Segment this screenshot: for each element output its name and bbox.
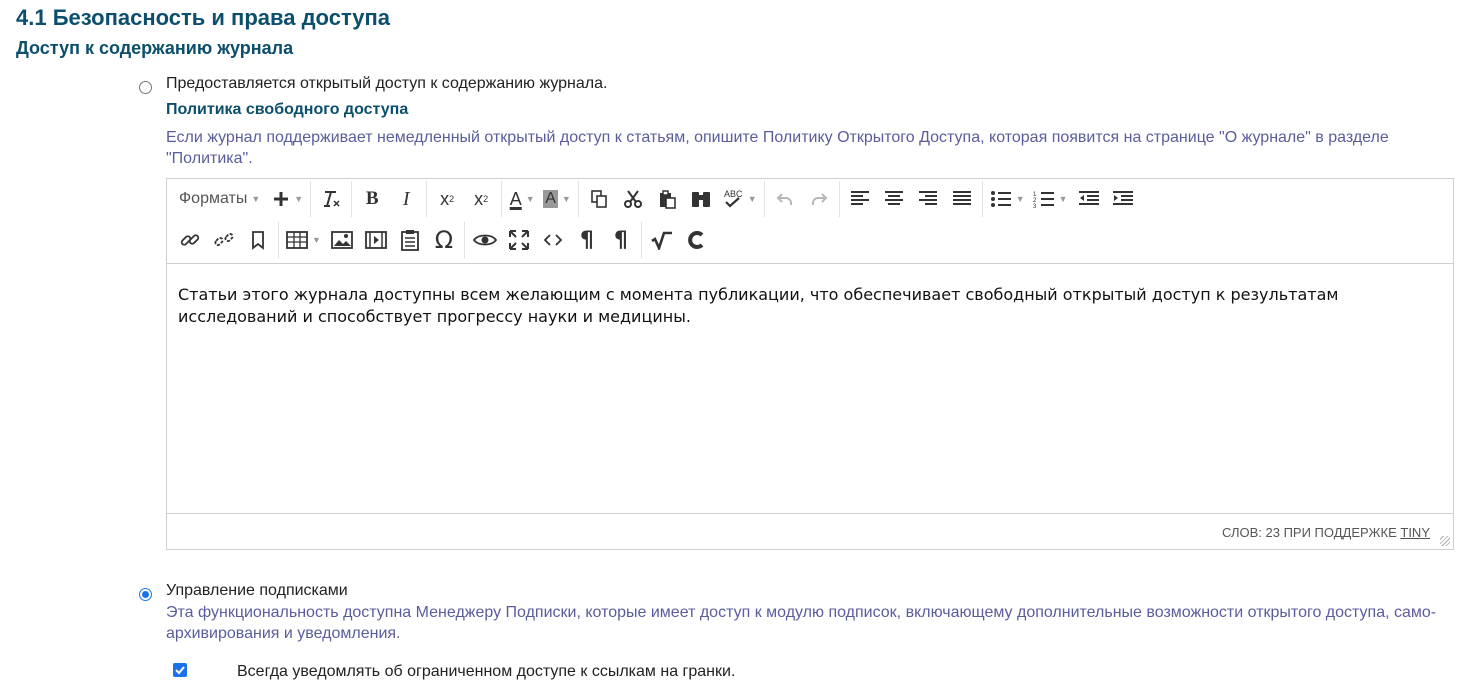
table-icon[interactable]: ▼ <box>282 224 325 256</box>
bold-icon[interactable]: B <box>355 183 389 215</box>
svg-text:3: 3 <box>1033 204 1037 208</box>
align-left-icon[interactable] <box>843 183 877 215</box>
formats-label: Форматы <box>179 190 248 207</box>
text-color-icon[interactable]: A ▼ <box>505 183 539 215</box>
formats-dropdown[interactable]: Форматы ▼ <box>167 183 268 215</box>
outdent-icon[interactable] <box>1072 183 1106 215</box>
rich-text-editor: Форматы ▼ ▼ B I x2 x2 A ▼ A ▼ ABC ▼ ▼ 1 … <box>166 178 1454 550</box>
media-icon[interactable] <box>359 224 393 256</box>
find-replace-icon[interactable] <box>684 183 718 215</box>
align-right-icon[interactable] <box>911 183 945 215</box>
align-justify-icon[interactable] <box>945 183 979 215</box>
align-center-icon[interactable] <box>877 183 911 215</box>
numbered-list-icon[interactable]: 1 2 3 ▼ <box>1029 183 1072 215</box>
word-count: СЛОВ: 23 ПРИ ПОДДЕРЖКЕ <box>1222 525 1401 540</box>
section-title: 4.1 Безопасность и права доступа <box>16 5 391 30</box>
show-blocks-icon[interactable]: ¶ <box>570 224 604 256</box>
subscriptions-description: Эта функциональность доступна Менеджеру … <box>166 604 1437 642</box>
indent-icon[interactable] <box>1106 183 1140 215</box>
preview-icon[interactable] <box>468 224 502 256</box>
toolbar-row-1: Форматы ▼ ▼ B I x2 x2 A ▼ A ▼ ABC ▼ ▼ 1 … <box>167 179 1140 219</box>
editor-statusbar: СЛОВ: 23 ПРИ ПОДДЕРЖКЕ TINY <box>167 513 1453 549</box>
subscriptions-radio[interactable] <box>139 588 152 601</box>
notify-checkbox[interactable] <box>173 663 187 677</box>
resize-handle[interactable] <box>1440 536 1450 546</box>
link-icon[interactable] <box>173 224 207 256</box>
undo-icon[interactable] <box>768 183 802 215</box>
insert-icon[interactable]: ▼ <box>268 183 307 215</box>
policy-description: Если журнал поддерживает немедленный отк… <box>166 129 1389 167</box>
clear-formatting-icon[interactable] <box>314 183 348 215</box>
unlink-icon[interactable] <box>207 224 241 256</box>
superscript-icon[interactable]: x2 <box>464 183 498 215</box>
open-access-label: Предоставляется открытый доступ к содерж… <box>166 75 608 92</box>
image-icon[interactable] <box>325 224 359 256</box>
open-access-radio[interactable] <box>139 81 152 94</box>
editor-content[interactable]: Статьи этого журнала доступны всем желаю… <box>167 264 1453 514</box>
copy-icon[interactable] <box>582 183 616 215</box>
policy-title: Политика свободного доступа <box>166 101 409 118</box>
special-char-icon[interactable]: Ω <box>427 224 461 256</box>
redo-icon[interactable] <box>802 183 836 215</box>
bookmark-icon[interactable] <box>241 224 275 256</box>
access-subtitle: Доступ к содержанию журнала <box>16 38 294 58</box>
italic-icon[interactable]: I <box>389 183 423 215</box>
paste-text-icon[interactable] <box>393 224 427 256</box>
citation-icon[interactable] <box>679 224 713 256</box>
tiny-link[interactable]: TINY <box>1400 525 1430 540</box>
toolbar-row-2: ▼ Ω ¶ ¶ <box>167 220 713 260</box>
subscript-icon[interactable]: x2 <box>430 183 464 215</box>
notify-label: Всегда уведомлять об ограниченном доступ… <box>237 663 736 680</box>
bullet-list-icon[interactable]: ▼ <box>986 183 1029 215</box>
fullscreen-icon[interactable] <box>502 224 536 256</box>
subscriptions-label: Управление подписками <box>166 582 348 599</box>
formula-icon[interactable] <box>645 224 679 256</box>
background-color-icon[interactable]: A ▼ <box>539 183 575 215</box>
editor-toolbar: Форматы ▼ ▼ B I x2 x2 A ▼ A ▼ ABC ▼ ▼ 1 … <box>167 179 1453 264</box>
cut-icon[interactable] <box>616 183 650 215</box>
spellcheck-icon[interactable]: ABC ▼ <box>718 183 761 215</box>
svg-text:ABC: ABC <box>724 189 743 199</box>
chevron-down-icon: ▼ <box>251 194 261 204</box>
paragraph-icon[interactable]: ¶ <box>604 224 638 256</box>
paste-icon[interactable] <box>650 183 684 215</box>
code-icon[interactable] <box>536 224 570 256</box>
